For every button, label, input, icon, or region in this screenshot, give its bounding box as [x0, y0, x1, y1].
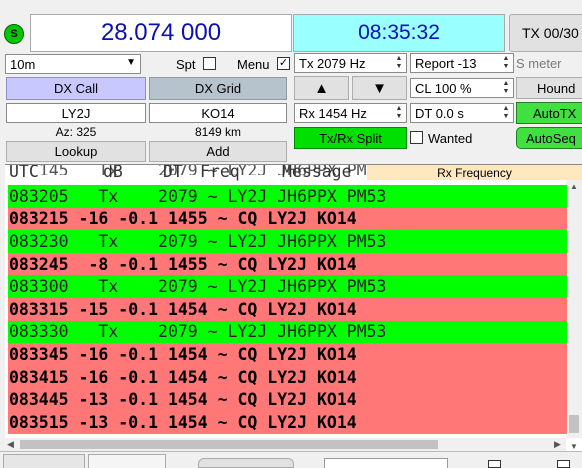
band-value: 10m: [10, 56, 36, 72]
tab-right[interactable]: [88, 454, 166, 468]
lookup-button[interactable]: Lookup: [6, 141, 146, 162]
scrollbar-thumb[interactable]: [569, 415, 579, 433]
header-message: Message: [282, 164, 352, 181]
bottom-tab-strip: [0, 451, 582, 468]
vertical-scrollbar[interactable]: ▲ ▼: [566, 180, 582, 451]
scrollbar-thumb[interactable]: [20, 440, 438, 449]
horizontal-scrollbar[interactable]: ◀ ▶: [5, 438, 566, 451]
dx-grid-button[interactable]: DX Grid: [149, 77, 287, 100]
header-freq: Freq: [200, 164, 240, 181]
distance-label: 8149 km: [194, 125, 242, 139]
frequency-value: 28.074 000: [100, 19, 222, 46]
dx-call-button[interactable]: DX Call: [6, 77, 146, 100]
menu-label: Menu: [237, 56, 270, 72]
spin-arrows-icon[interactable]: ▲ ▼: [393, 55, 405, 71]
chevron-down-icon: ▼: [126, 57, 136, 68]
scroll-left-icon[interactable]: ◀: [7, 439, 14, 450]
wanted-label: Wanted: [428, 130, 473, 146]
status-icon: S: [4, 24, 24, 44]
clock-value: 08:35:32: [358, 21, 440, 44]
header-db: dB: [103, 164, 123, 181]
bottom-button[interactable]: [198, 458, 294, 468]
tx-rx-split-button[interactable]: Tx/Rx Split: [294, 127, 407, 149]
frequency-display: 28.074 000: [30, 14, 292, 52]
band-select[interactable]: 10m ▼: [5, 54, 141, 74]
log-row-tx[interactable]: 083330 Tx 2079 ~ LY2J JH6PPX PM53: [8, 320, 567, 344]
autotx-button[interactable]: AutoTX: [516, 102, 582, 124]
scroll-up-icon[interactable]: ▲: [570, 182, 578, 191]
log-row-rx[interactable]: 083315 -15 -0.1 1454 ~ CQ LY2J KO14: [8, 298, 567, 321]
arrow-up-icon: ▲: [314, 79, 329, 97]
autoseq-button[interactable]: AutoSeq: [516, 127, 582, 149]
check-icon: ✓: [278, 57, 289, 69]
bottom-checkbox[interactable]: [557, 460, 570, 468]
bottom-field[interactable]: [324, 458, 448, 468]
rx-frequency-spinbox[interactable]: Rx 1454 Hz ▲ ▼: [294, 103, 407, 123]
arrow-down-icon: ▼: [372, 79, 387, 97]
log-row-rx[interactable]: 083445 -13 -0.1 1454 ~ CQ LY2J KO14: [8, 388, 567, 411]
log-row-rx[interactable]: 083515 -13 -0.1 1454 ~ CQ LY2J KO14: [8, 411, 567, 434]
dt-spinbox[interactable]: DT 0.0 s ▲ ▼: [410, 103, 514, 123]
report-spinbox[interactable]: Report -13 ▲ ▼: [410, 53, 514, 73]
spot-label: Spt: [176, 56, 196, 72]
status-icon-letter: S: [10, 28, 18, 40]
log-row-rx[interactable]: 083245 -8 -0.1 1455 ~ CQ LY2J KO14: [8, 252, 567, 276]
spin-arrows-icon[interactable]: ▲ ▼: [500, 105, 512, 121]
hound-button[interactable]: Hound: [516, 77, 582, 99]
log-row-tx[interactable]: 083205 Tx 2079 ~ LY2J JH6PPX PM53: [8, 185, 567, 208]
log-row-rx[interactable]: 083215 -16 -0.1 1455 ~ CQ LY2J KO14: [8, 207, 567, 231]
spin-arrows-icon[interactable]: ▲ ▼: [393, 105, 405, 121]
up-arrow-button[interactable]: ▲: [294, 76, 349, 100]
log-row-rx[interactable]: 083415 -16 -0.1 1454 ~ CQ LY2J KO14: [8, 365, 567, 389]
bottom-checkbox[interactable]: [488, 460, 501, 468]
cl-spinbox[interactable]: CL 100 % ▲ ▼: [410, 78, 514, 98]
header-utc: UTC: [9, 164, 39, 181]
scroll-right-icon[interactable]: ▶: [554, 439, 561, 450]
clock-display: 08:35:32: [293, 14, 505, 52]
spot-checkbox[interactable]: [203, 57, 216, 70]
tab-left[interactable]: [3, 454, 85, 468]
header-dt: DT: [163, 164, 183, 181]
rx-frequency-label: Rx Frequency: [367, 165, 582, 180]
spin-arrows-icon[interactable]: ▲ ▼: [500, 80, 512, 96]
log-row-tx[interactable]: 083230 Tx 2079 ~ LY2J JH6PPX PM53: [8, 230, 567, 253]
log-row-tx[interactable]: 083300 Tx 2079 ~ LY2J JH6PPX PM53: [8, 275, 567, 298]
dx-call-input[interactable]: LY2J: [6, 103, 146, 123]
scroll-down-icon[interactable]: ▼: [570, 442, 578, 451]
s-meter-label: S meter: [516, 55, 562, 71]
log-row-rx[interactable]: 083345 -16 -0.1 1454 ~ CQ LY2J KO14: [8, 343, 567, 366]
tx-frequency-spinbox[interactable]: Tx 2079 Hz ▲ ▼: [294, 53, 407, 73]
azimuth-label: Az: 325: [55, 125, 97, 139]
down-arrow-button[interactable]: ▼: [352, 76, 407, 100]
wanted-checkbox[interactable]: [410, 131, 423, 144]
log-header: UTC dB DT Freq Message Rx Frequency: [5, 164, 582, 181]
add-button[interactable]: Add: [149, 141, 287, 162]
tx-counter-button[interactable]: TX 00/30: [509, 14, 582, 52]
menu-checkbox[interactable]: ✓: [277, 57, 290, 70]
dx-grid-input[interactable]: KO14: [149, 103, 287, 123]
spin-arrows-icon[interactable]: ▲ ▼: [500, 55, 512, 71]
